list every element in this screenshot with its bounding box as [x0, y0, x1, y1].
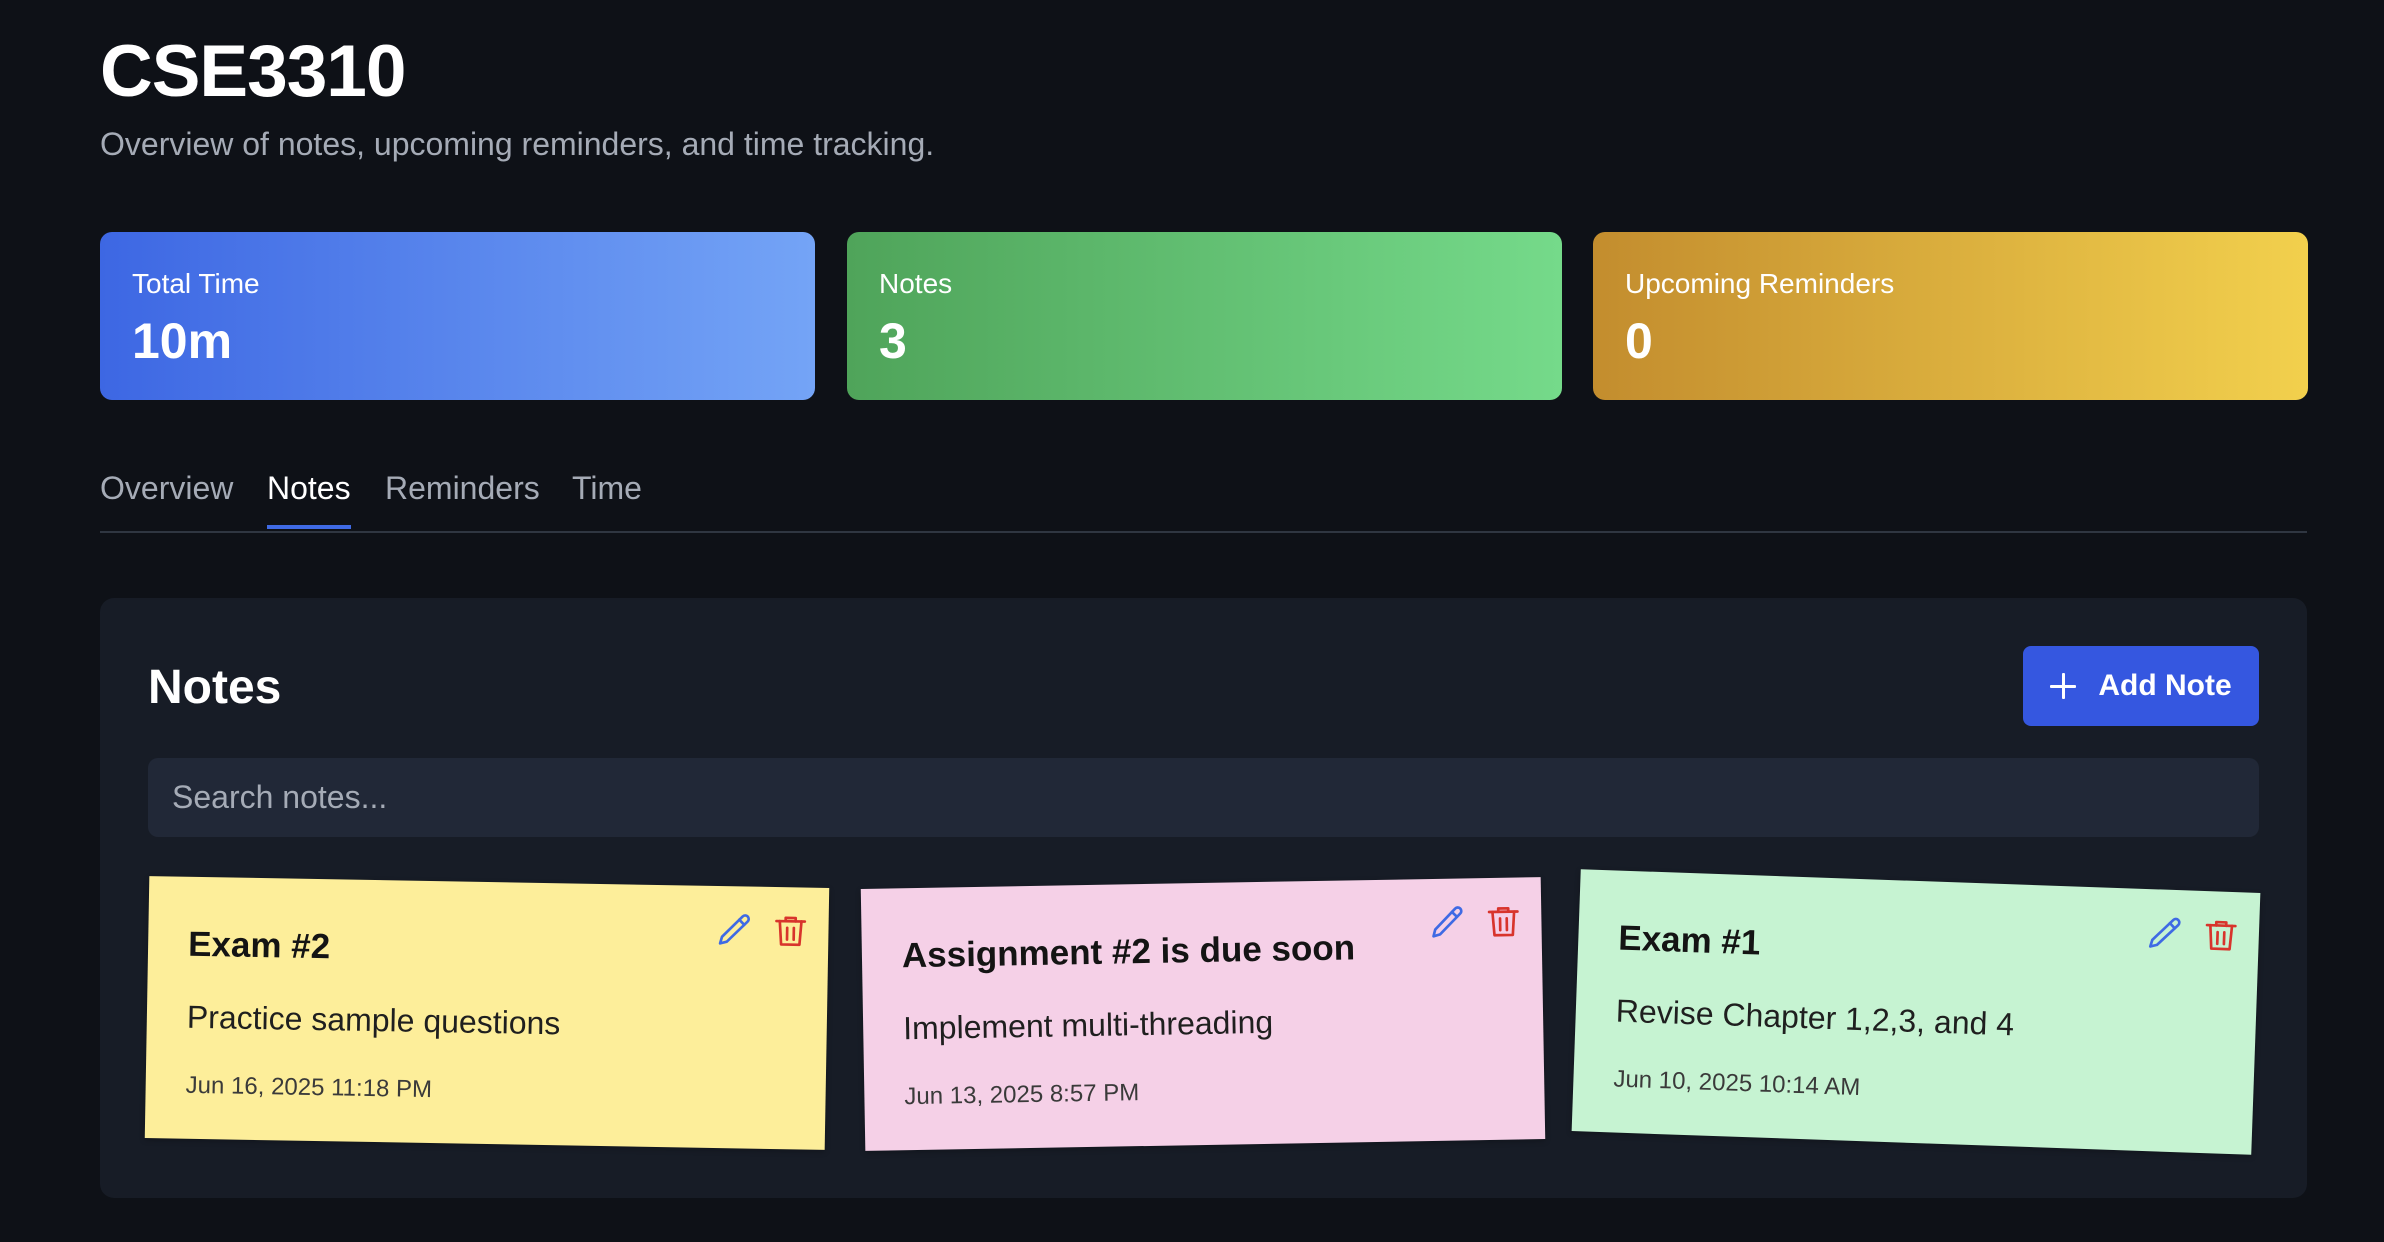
note-actions [1427, 901, 1524, 943]
note-date: Jun 13, 2025 8:57 PM [904, 1079, 1140, 1111]
note-body: Practice sample questions [186, 998, 561, 1042]
stat-label: Upcoming Reminders [1625, 268, 1895, 299]
note-actions [2144, 913, 2241, 956]
tab-notes[interactable]: Notes [267, 470, 351, 529]
tab-reminders[interactable]: Reminders [385, 470, 540, 525]
pencil-icon[interactable] [1427, 902, 1468, 943]
note-date: Jun 16, 2025 11:18 PM [185, 1071, 433, 1104]
stat-value: 0 [1625, 313, 1653, 369]
stat-card-upcoming-reminders: Upcoming Reminders 0 [1593, 232, 2308, 400]
trash-icon[interactable] [1483, 901, 1524, 942]
note-title: Exam #1 [1617, 918, 1762, 963]
add-note-button[interactable]: Add Note [2023, 646, 2259, 726]
note-body: Revise Chapter 1,2,3, and 4 [1615, 992, 2015, 1043]
note-title: Exam #2 [187, 924, 331, 967]
stat-label: Total Time [132, 268, 260, 299]
trash-icon[interactable] [770, 911, 811, 952]
note-card[interactable]: Exam #1 Revise Chapter 1,2,3, and 4 Jun … [1571, 869, 2261, 1155]
plus-icon [2050, 673, 2077, 699]
note-title: Assignment #2 is due soon [901, 928, 1356, 976]
pencil-icon[interactable] [2144, 913, 2185, 954]
tab-overview[interactable]: Overview [100, 470, 233, 525]
notes-panel-title: Notes [148, 661, 282, 714]
tab-time[interactable]: Time [572, 470, 642, 525]
stat-card-notes: Notes 3 [847, 232, 1562, 400]
stat-value: 10m [132, 313, 233, 369]
stat-card-total-time: Total Time 10m [100, 232, 815, 400]
note-body: Implement multi-threading [902, 1003, 1274, 1047]
note-date: Jun 10, 2025 10:14 AM [1613, 1065, 1861, 1102]
pencil-icon[interactable] [714, 910, 755, 951]
stat-label: Notes [879, 268, 953, 299]
note-card[interactable]: Exam #2 Practice sample questions Jun 16… [144, 876, 830, 1150]
page-subtitle: Overview of notes, upcoming reminders, a… [100, 126, 935, 162]
stat-value: 3 [879, 313, 907, 369]
page-title: CSE3310 [100, 31, 406, 112]
note-actions [714, 910, 811, 952]
trash-icon[interactable] [2200, 915, 2241, 956]
add-note-label: Add Note [2098, 669, 2232, 702]
note-card[interactable]: Assignment #2 is due soon Implement mult… [860, 877, 1546, 1151]
tab-bar: Overview Notes Reminders Time [100, 460, 2307, 533]
dashboard-page: CSE3310 Overview of notes, upcoming remi… [0, 0, 2384, 1242]
search-notes-input[interactable] [148, 758, 2259, 837]
